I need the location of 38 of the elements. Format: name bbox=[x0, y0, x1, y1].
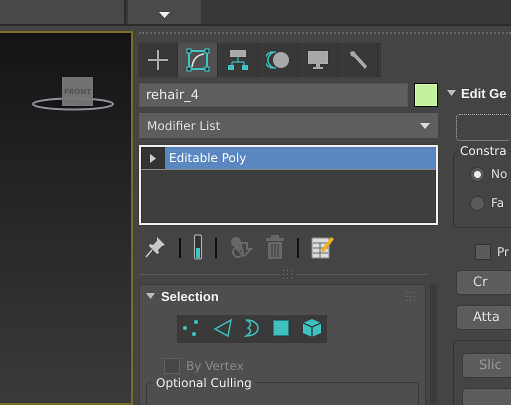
test-tube-icon[interactable] bbox=[193, 234, 203, 260]
dotted-button[interactable] bbox=[456, 114, 511, 141]
radio-button[interactable] bbox=[470, 196, 485, 210]
rollout-title[interactable]: Selection bbox=[161, 288, 219, 304]
wrench-icon bbox=[348, 49, 368, 71]
stack-item[interactable]: Editable Poly bbox=[165, 147, 436, 169]
name-field[interactable]: rehair_4 bbox=[139, 83, 408, 107]
triangle-icon[interactable] bbox=[213, 318, 234, 338]
color-swatch[interactable] bbox=[414, 83, 438, 107]
rollout-title[interactable]: Edit Ge bbox=[461, 86, 507, 100]
panel-tab[interactable] bbox=[178, 43, 218, 77]
modifier-dropdown[interactable]: Modifier List bbox=[139, 113, 438, 138]
monitor-icon bbox=[308, 50, 328, 70]
group-title: Constra bbox=[458, 144, 509, 158]
group-title: Optional Culling bbox=[153, 376, 255, 390]
radio-label: Fa bbox=[491, 196, 504, 210]
crescent-icon[interactable] bbox=[244, 318, 260, 338]
hierarchy-icon bbox=[228, 49, 248, 71]
caret-icon bbox=[159, 12, 170, 18]
modifier-stack[interactable]: Editable Poly bbox=[139, 145, 438, 225]
table-pencil-icon[interactable] bbox=[311, 234, 335, 258]
radio-label: No bbox=[491, 167, 508, 181]
collapse-arrow-icon[interactable] bbox=[146, 293, 155, 299]
checkbox-label: Pr bbox=[497, 245, 509, 259]
cube-icon[interactable] bbox=[302, 318, 322, 338]
motion-circle-icon bbox=[266, 51, 290, 69]
caret-icon bbox=[420, 122, 430, 128]
plus-icon bbox=[146, 49, 168, 71]
curve-in-square-icon bbox=[186, 48, 210, 72]
checkbox-label: By Vertex bbox=[186, 359, 244, 373]
expand-arrow-icon[interactable] bbox=[150, 154, 156, 162]
checkbox[interactable] bbox=[475, 244, 491, 260]
square-icon[interactable] bbox=[270, 318, 291, 338]
collapse-arrow-icon[interactable] bbox=[447, 90, 456, 96]
button[interactable]: Atta bbox=[456, 305, 511, 330]
button[interactable]: Cr bbox=[456, 270, 511, 295]
pushpin-icon[interactable] bbox=[145, 234, 167, 258]
radio-button[interactable] bbox=[470, 166, 485, 182]
